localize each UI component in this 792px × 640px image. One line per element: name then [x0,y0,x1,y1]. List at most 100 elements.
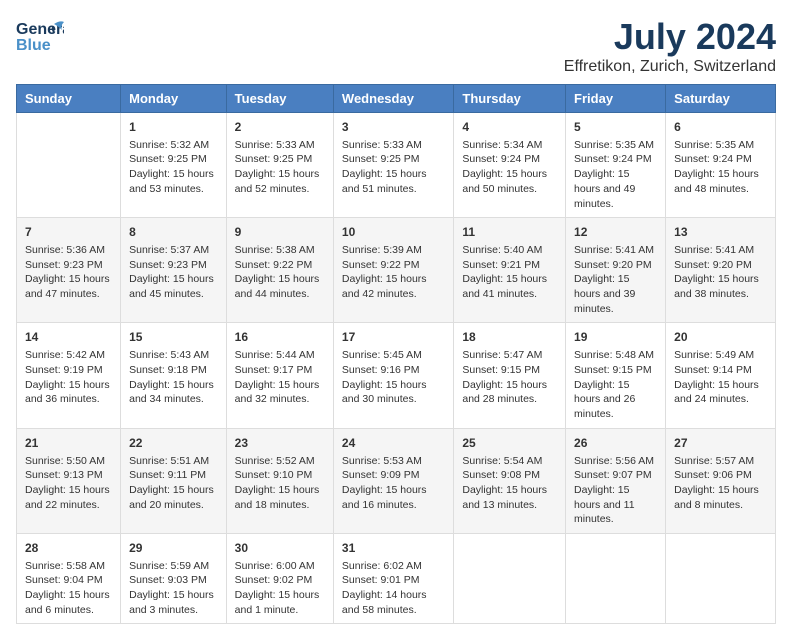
day-number: 13 [674,224,767,241]
day-number: 10 [342,224,445,241]
daylight-text: Daylight: 15 hours and 32 minutes. [235,379,320,406]
day-number: 24 [342,435,445,452]
day-number: 16 [235,329,325,346]
sunset-text: Sunset: 9:24 PM [462,153,540,165]
table-row: 12Sunrise: 5:41 AMSunset: 9:20 PMDayligh… [566,218,666,323]
sunset-text: Sunset: 9:02 PM [235,574,313,586]
day-number: 28 [25,540,112,557]
day-number: 5 [574,119,657,136]
day-number: 11 [462,224,557,241]
sunset-text: Sunset: 9:24 PM [674,153,752,165]
table-row: 20Sunrise: 5:49 AMSunset: 9:14 PMDayligh… [666,323,776,428]
table-row: 18 Sunrise: 5:47 AM Sunset: 9:15 PM Dayligh… [454,323,566,428]
sunset-text: Sunset: 9:21 PM [462,259,540,271]
sunrise-text: Sunrise: 5:36 AM [25,244,105,256]
day-number: 3 [342,119,445,136]
sunset-text: Sunset: 9:04 PM [25,574,103,586]
table-row: 7Sunrise: 5:36 AMSunset: 9:23 PMDaylight… [17,218,121,323]
col-monday: Monday [121,85,227,113]
header: General Blue July 2024 Effretikon, Zuric… [16,16,776,76]
daylight-text: Daylight: 15 hours and 13 minutes. [462,484,547,511]
table-row: 19Sunrise: 5:48 AMSunset: 9:15 PMDayligh… [566,323,666,428]
table-row [454,533,566,624]
table-row: 16 Sunrise: 5:44 AM Sunset: 9:17 PM Dayligh… [226,323,333,428]
table-row: 27Sunrise: 5:57 AMSunset: 9:06 PMDayligh… [666,428,776,533]
day-number: 30 [235,540,325,557]
day-number: 9 [235,224,325,241]
daylight-text: Daylight: 15 hours and 28 minutes. [462,379,547,406]
day-number: 6 [674,119,767,136]
day-number: 8 [129,224,218,241]
sunrise-text: Sunrise: 5:51 AM [129,455,209,467]
col-friday: Friday [566,85,666,113]
sunrise-text: Sunrise: 5:45 AM [342,349,422,361]
table-row: 24Sunrise: 5:53 AMSunset: 9:09 PMDayligh… [333,428,453,533]
table-row [666,533,776,624]
sunrise-text: Sunrise: 5:35 AM [574,139,654,151]
sunrise-text: Sunrise: 5:44 AM [235,349,315,361]
day-number: 12 [574,224,657,241]
sunrise-text: Sunrise: 5:33 AM [235,139,315,151]
day-number: 19 [574,329,657,346]
svg-text:Blue: Blue [16,37,51,54]
table-row: 13Sunrise: 5:41 AMSunset: 9:20 PMDayligh… [666,218,776,323]
table-row: 25Sunrise: 5:54 AMSunset: 9:08 PMDayligh… [454,428,566,533]
sunrise-text: Sunrise: 5:49 AM [674,349,754,361]
table-row: 26Sunrise: 5:56 AMSunset: 9:07 PMDayligh… [566,428,666,533]
table-row [566,533,666,624]
day-number: 7 [25,224,112,241]
col-wednesday: Wednesday [333,85,453,113]
sunset-text: Sunset: 9:25 PM [129,153,207,165]
sunset-text: Sunset: 9:01 PM [342,574,420,586]
sunrise-text: Sunrise: 5:42 AM [25,349,105,361]
daylight-text: Daylight: 15 hours and 52 minutes. [235,168,320,195]
col-thursday: Thursday [454,85,566,113]
sunset-text: Sunset: 9:23 PM [129,259,207,271]
sunset-text: Sunset: 9:22 PM [342,259,420,271]
daylight-text: Daylight: 15 hours and 34 minutes. [129,379,214,406]
table-row: 30Sunrise: 6:00 AMSunset: 9:02 PMDayligh… [226,533,333,624]
title-area: July 2024 Effretikon, Zurich, Switzerlan… [564,16,776,76]
col-tuesday: Tuesday [226,85,333,113]
table-row: 5Sunrise: 5:35 AMSunset: 9:24 PMDaylight… [566,113,666,218]
sunrise-text: Sunrise: 5:54 AM [462,455,542,467]
sunset-text: Sunset: 9:20 PM [674,259,752,271]
sunrise-text: Sunrise: 5:37 AM [129,244,209,256]
day-number: 31 [342,540,445,557]
sunset-text: Sunset: 9:06 PM [674,469,752,481]
sunset-text: Sunset: 9:15 PM [462,364,540,376]
table-row: 29Sunrise: 5:59 AMSunset: 9:03 PMDayligh… [121,533,227,624]
table-row: 4Sunrise: 5:34 AMSunset: 9:24 PMDaylight… [454,113,566,218]
sunrise-text: Sunrise: 5:34 AM [462,139,542,151]
sunset-text: Sunset: 9:25 PM [342,153,420,165]
sunset-text: Sunset: 9:15 PM [574,364,652,376]
day-number: 23 [235,435,325,452]
table-row: 31Sunrise: 6:02 AMSunset: 9:01 PMDayligh… [333,533,453,624]
day-number: 18 [462,329,557,346]
daylight-text: Daylight: 15 hours and 50 minutes. [462,168,547,195]
table-row: 2Sunrise: 5:33 AMSunset: 9:25 PMDaylight… [226,113,333,218]
daylight-text: Daylight: 15 hours and 20 minutes. [129,484,214,511]
sunset-text: Sunset: 9:18 PM [129,364,207,376]
sunset-text: Sunset: 9:10 PM [235,469,313,481]
sunrise-text: Sunrise: 5:41 AM [574,244,654,256]
day-number: 25 [462,435,557,452]
sunrise-text: Sunrise: 5:32 AM [129,139,209,151]
day-number: 21 [25,435,112,452]
day-number: 17 [342,329,445,346]
logo: General Blue [16,16,64,61]
table-row: 14Sunrise: 5:42 AMSunset: 9:19 PMDayligh… [17,323,121,428]
sunrise-text: Sunrise: 5:47 AM [462,349,542,361]
sunset-text: Sunset: 9:11 PM [129,469,206,481]
daylight-text: Daylight: 15 hours and 26 minutes. [574,379,635,420]
sunset-text: Sunset: 9:24 PM [574,153,652,165]
sunset-text: Sunset: 9:20 PM [574,259,652,271]
sunset-text: Sunset: 9:17 PM [235,364,313,376]
table-row: 10Sunrise: 5:39 AMSunset: 9:22 PMDayligh… [333,218,453,323]
daylight-text: Daylight: 15 hours and 11 minutes. [574,484,635,525]
table-row: 9Sunrise: 5:38 AMSunset: 9:22 PMDaylight… [226,218,333,323]
table-row: 17Sunrise: 5:45 AMSunset: 9:16 PMDayligh… [333,323,453,428]
sunrise-text: Sunrise: 5:41 AM [674,244,754,256]
day-number: 1 [129,119,218,136]
daylight-text: Daylight: 15 hours and 24 minutes. [674,379,759,406]
